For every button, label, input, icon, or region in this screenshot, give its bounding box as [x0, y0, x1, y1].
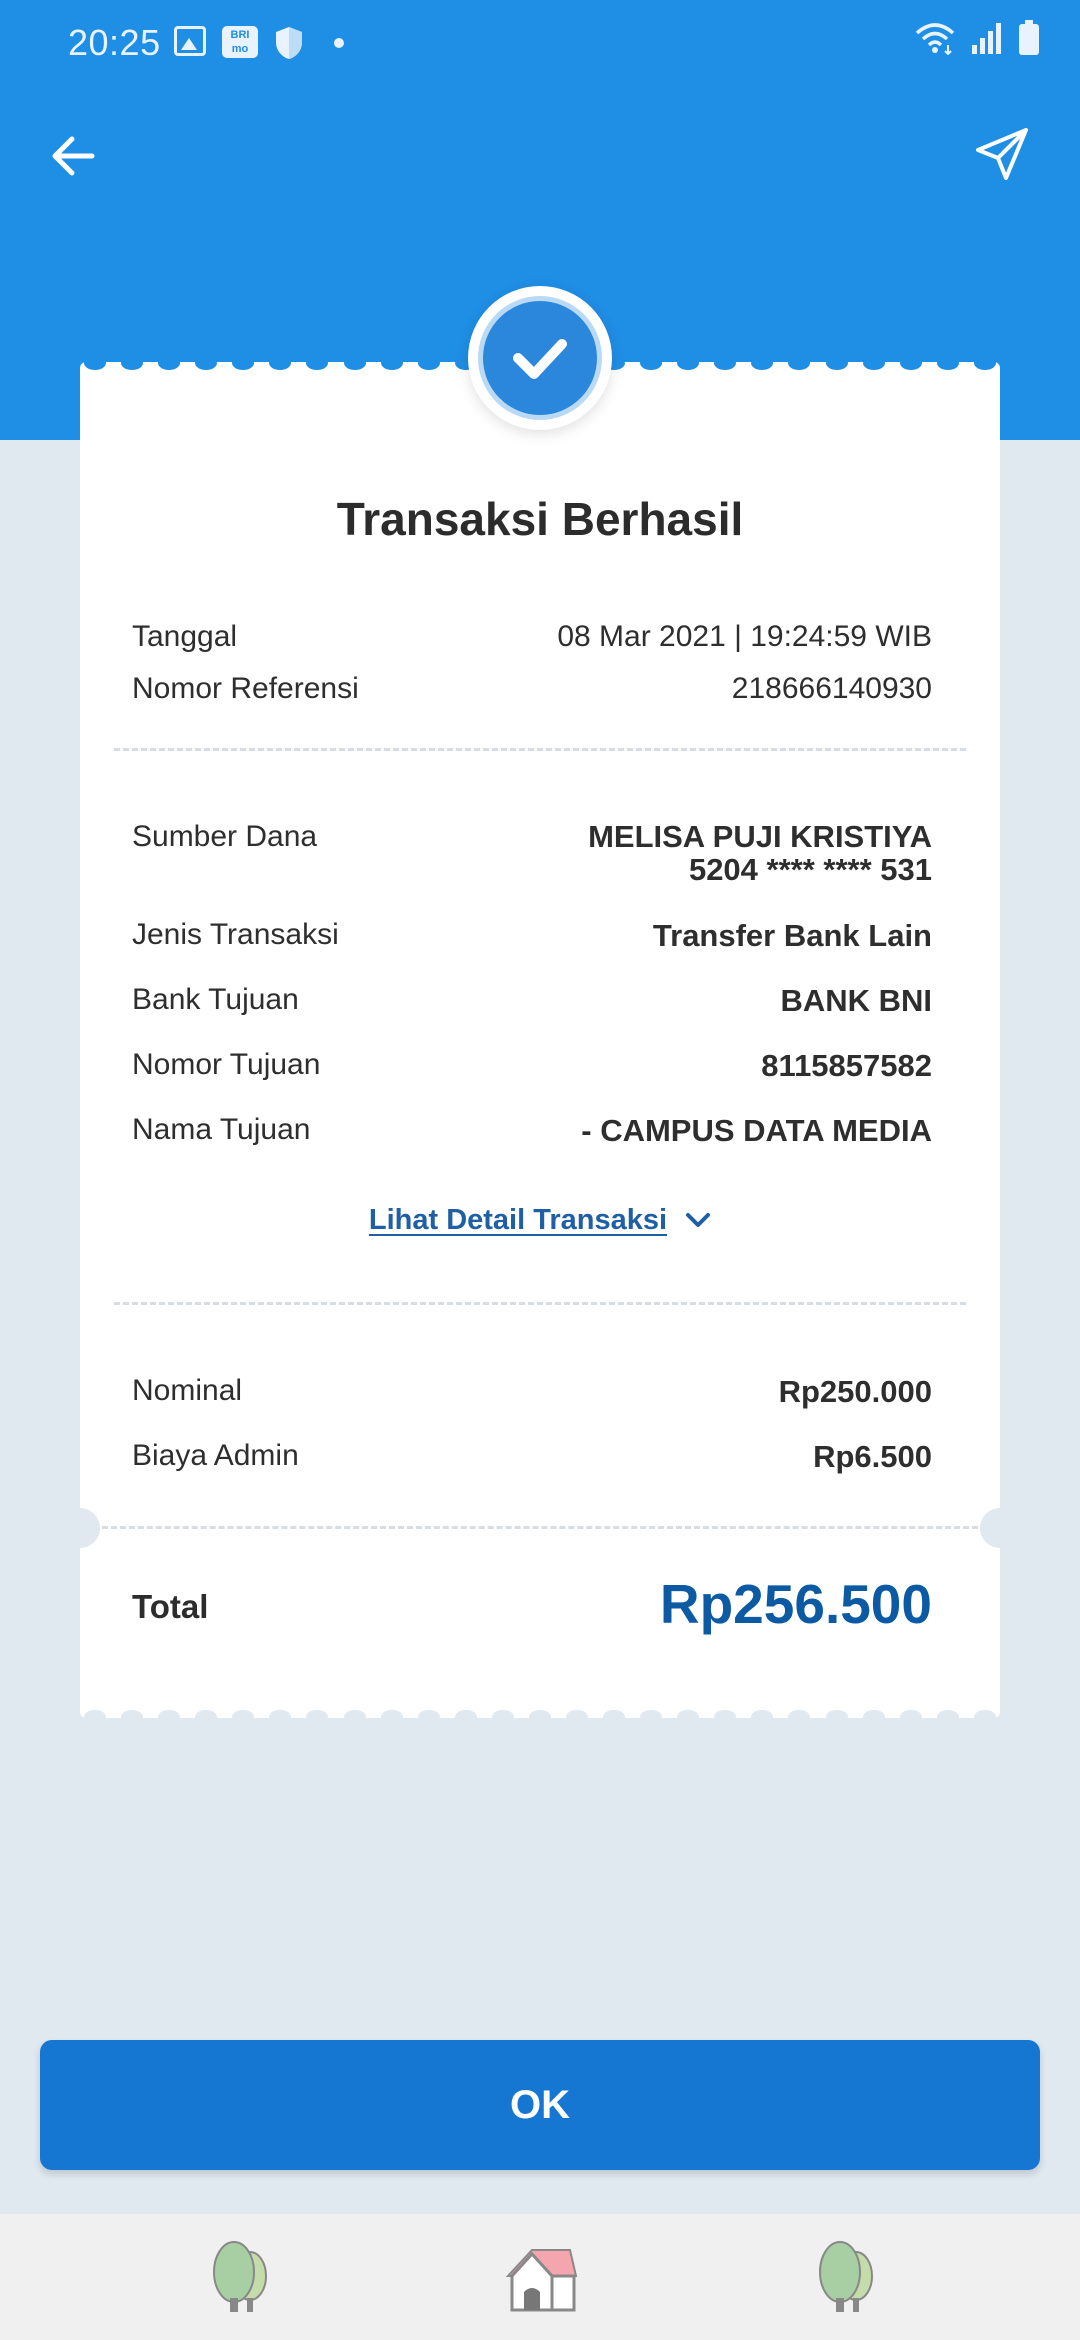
- chevron-down-icon: [686, 1213, 711, 1228]
- house-icon[interactable]: [502, 2236, 582, 2316]
- status-time: 20:25: [68, 22, 161, 63]
- ok-button[interactable]: OK: [40, 2040, 1040, 2170]
- shield-icon: [274, 26, 304, 60]
- bottom-bar: [0, 2214, 1080, 2340]
- status-right-icons: [914, 20, 1040, 61]
- receipt-title: Transaksi Berhasil: [336, 493, 744, 545]
- wifi-icon: [914, 21, 956, 60]
- gallery-icon: [174, 26, 206, 56]
- divider: [102, 1526, 978, 1529]
- row-source: Sumber Dana MELISA PUJI KRISTIYA 5204 **…: [132, 819, 932, 887]
- signal-icon: [970, 21, 1004, 60]
- share-button[interactable]: [972, 124, 1032, 184]
- dot-icon: [334, 38, 344, 48]
- divider: [114, 1302, 966, 1305]
- back-button[interactable]: [44, 126, 104, 186]
- row-admin-fee: Biaya Admin Rp6.500: [132, 1439, 932, 1474]
- row-destination-number: Nomor Tujuan 8115857582: [132, 1048, 932, 1083]
- receipt-notch-right: [980, 1508, 1020, 1548]
- receipt-card: Transaksi Berhasil Tanggal 08 Mar 2021 |…: [60, 286, 1020, 1724]
- total-label: Total: [132, 1588, 209, 1625]
- divider: [114, 748, 966, 751]
- tree-icon[interactable]: [806, 2236, 886, 2316]
- row-date: Tanggal 08 Mar 2021 | 19:24:59 WIB: [132, 620, 932, 653]
- row-nominal: Nominal Rp250.000: [132, 1374, 932, 1409]
- battery-icon: [1018, 20, 1040, 61]
- tree-icon[interactable]: [200, 2236, 280, 2316]
- receipt-scallop-bottom: [80, 1710, 1000, 1724]
- status-bar: 20:25 BRI mo: [0, 0, 1080, 86]
- view-detail-link[interactable]: Lihat Detail Transaksi: [80, 1204, 1000, 1237]
- row-reference: Nomor Referensi 218666140930: [132, 672, 932, 705]
- row-destination-name: Nama Tujuan - CAMPUS DATA MEDIA: [132, 1113, 932, 1148]
- row-transaction-type: Jenis Transaksi Transfer Bank Lain: [132, 918, 932, 953]
- total-amount: Rp256.500: [659, 1573, 932, 1635]
- arrow-left-icon: [52, 136, 95, 176]
- send-icon: [976, 128, 1028, 180]
- success-badge: [468, 286, 612, 430]
- receipt-notch-left: [60, 1508, 100, 1548]
- brimo-icon: BRI mo: [222, 26, 258, 58]
- checkmark-icon: [513, 339, 567, 379]
- row-destination-bank: Bank Tujuan BANK BNI: [132, 983, 932, 1018]
